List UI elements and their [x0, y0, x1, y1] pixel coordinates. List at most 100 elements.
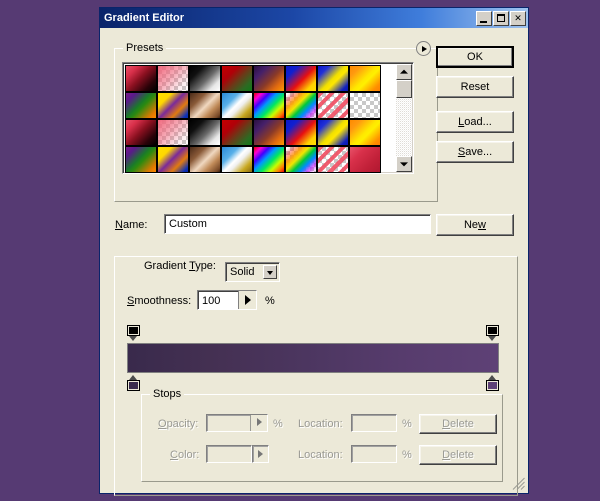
preset-swatch-violet-green-orange-2[interactable]: [125, 146, 157, 173]
load-button[interactable]: Load...: [436, 111, 514, 133]
opacity-stop-left-pointer: [129, 336, 137, 341]
minimize-button[interactable]: [476, 10, 492, 26]
preset-swatch-fill: [222, 66, 252, 91]
preset-swatch-spectrum-2[interactable]: [253, 146, 285, 173]
smoothness-unit: %: [265, 295, 275, 307]
gradient-type-value: Solid: [230, 266, 255, 278]
preset-swatch-fill: [318, 120, 348, 145]
gradient-type-label-b: ype:: [195, 260, 216, 272]
opacity-stop-right[interactable]: [486, 325, 499, 341]
gradient-type-label: Gradient Type:: [141, 260, 219, 272]
preset-swatch-transparent-rainbow-2[interactable]: [285, 146, 317, 173]
opacity-location-label: Location:: [298, 418, 343, 430]
preset-swatch-violet-orange[interactable]: [253, 65, 285, 92]
preset-swatch-transparent-stripes-2[interactable]: [317, 146, 349, 173]
color-label: Color:: [170, 449, 199, 461]
preset-swatch-blue-yellow-blue[interactable]: [317, 65, 349, 92]
color-popup-arrow-icon[interactable]: [252, 445, 269, 463]
save-button[interactable]: Save...: [436, 141, 514, 163]
resize-grip[interactable]: [512, 477, 525, 490]
color-location-label: Location:: [298, 449, 343, 461]
preset-swatch-foreground-to-background-3[interactable]: [349, 146, 381, 173]
new-button[interactable]: New: [436, 214, 514, 236]
preset-swatch-red-green[interactable]: [221, 65, 253, 92]
preset-swatch-fill: [318, 66, 348, 91]
smoothness-label-rest: moothness:: [134, 295, 192, 307]
preset-swatch-fill: [190, 93, 220, 118]
gradient-preview-bar[interactable]: [127, 343, 499, 373]
scrollbar-thumb[interactable]: [396, 80, 412, 98]
preset-swatch-transparent-checkerboard[interactable]: [349, 92, 381, 119]
presets-menu-button[interactable]: [416, 41, 431, 56]
opacity-popup-arrow-icon[interactable]: [250, 415, 267, 431]
preset-swatch-fill: [254, 120, 284, 145]
smoothness-value: 100: [202, 295, 221, 307]
color-stop-left[interactable]: [127, 375, 140, 391]
gradient-preview-fill: [128, 344, 498, 372]
color-location-field[interactable]: [351, 445, 397, 463]
opacity-location-field[interactable]: [351, 414, 397, 432]
presets-scrollbar[interactable]: [396, 64, 412, 172]
opacity-stop-right-pointer: [488, 336, 496, 341]
color-stop-right[interactable]: [486, 375, 499, 391]
preset-swatch-chrome-2[interactable]: [221, 146, 253, 173]
scroll-up-arrow[interactable]: [396, 64, 412, 80]
preset-swatch-violet-green-orange[interactable]: [125, 92, 157, 119]
save-label-rest: ave...: [465, 146, 493, 158]
reset-button[interactable]: Reset: [436, 76, 514, 98]
preset-swatch-black-white[interactable]: [189, 65, 221, 92]
gradient-type-select[interactable]: Solid: [225, 262, 280, 282]
preset-swatch-foreground-to-background[interactable]: [125, 65, 157, 92]
preset-swatch-yellow-violet-orange-blue-2[interactable]: [157, 146, 189, 173]
preset-swatch-orange-yellow-orange-2[interactable]: [349, 119, 381, 146]
preset-swatch-blue-red-yellow[interactable]: [285, 65, 317, 92]
preset-swatch-fill: [190, 147, 220, 172]
preset-swatch-transparent-stripes[interactable]: [317, 92, 349, 119]
preset-swatch-fill: [126, 147, 156, 172]
color-delete-accel: D: [442, 449, 451, 461]
preset-swatch-blue-yellow-blue-2[interactable]: [317, 119, 349, 146]
preset-swatch-fill: [126, 66, 156, 91]
preset-swatch-chrome[interactable]: [221, 92, 253, 119]
opacity-stop-right-swatch: [486, 325, 499, 336]
preset-swatch-spectrum[interactable]: [253, 92, 285, 119]
preset-swatch-red-green-2[interactable]: [221, 119, 253, 146]
name-accel: N: [115, 219, 123, 231]
preset-swatch-yellow-violet-orange-blue[interactable]: [157, 92, 189, 119]
smoothness-popup-arrow-icon[interactable]: [238, 291, 256, 309]
preset-swatch-foreground-to-transparent-2[interactable]: [157, 119, 189, 146]
opacity-label-rest: pacity:: [166, 418, 199, 430]
presets-list[interactable]: [122, 62, 414, 174]
name-label: Name:: [115, 219, 147, 231]
preset-swatch-foreground-to-transparent[interactable]: [157, 65, 189, 92]
opacity-stop-left[interactable]: [127, 325, 140, 341]
color-swatch-field[interactable]: [206, 445, 252, 463]
preset-swatch-blue-red-yellow-2[interactable]: [285, 119, 317, 146]
smoothness-field[interactable]: 100: [197, 290, 257, 310]
color-delete-label-rest: elete: [450, 449, 474, 461]
gradient-type-label-a: Gradient: [144, 260, 190, 272]
preset-swatch-fill: [126, 120, 156, 145]
preset-swatch-transparent-rainbow[interactable]: [285, 92, 317, 119]
scrollbar-track[interactable]: [396, 80, 412, 156]
color-delete-button[interactable]: Delete: [419, 445, 497, 465]
preset-swatch-copper[interactable]: [189, 92, 221, 119]
maximize-button[interactable]: [493, 10, 509, 26]
preset-swatch-copper-2[interactable]: [189, 146, 221, 173]
scroll-down-arrow[interactable]: [396, 156, 412, 172]
preset-swatch-violet-orange-2[interactable]: [253, 119, 285, 146]
stops-group-title: Stops: [150, 388, 185, 400]
close-button[interactable]: ✕: [510, 10, 526, 26]
preset-swatch-black-white-2[interactable]: [189, 119, 221, 146]
ok-button[interactable]: OK: [436, 46, 514, 68]
opacity-delete-button[interactable]: Delete: [419, 414, 497, 434]
preset-swatch-foreground-to-background-2[interactable]: [125, 119, 157, 146]
name-input[interactable]: Custom: [164, 214, 431, 234]
preset-swatch-fill: [254, 93, 284, 118]
preset-swatch-orange-yellow-orange[interactable]: [349, 65, 381, 92]
dialog-client-area: Presets OK Reset Load... Save... New Nam…: [100, 28, 528, 496]
opacity-label: Opacity:: [158, 418, 198, 430]
opacity-field[interactable]: [206, 414, 268, 432]
title-bar[interactable]: Gradient Editor ✕: [100, 8, 528, 28]
chevron-down-icon[interactable]: [263, 265, 277, 279]
